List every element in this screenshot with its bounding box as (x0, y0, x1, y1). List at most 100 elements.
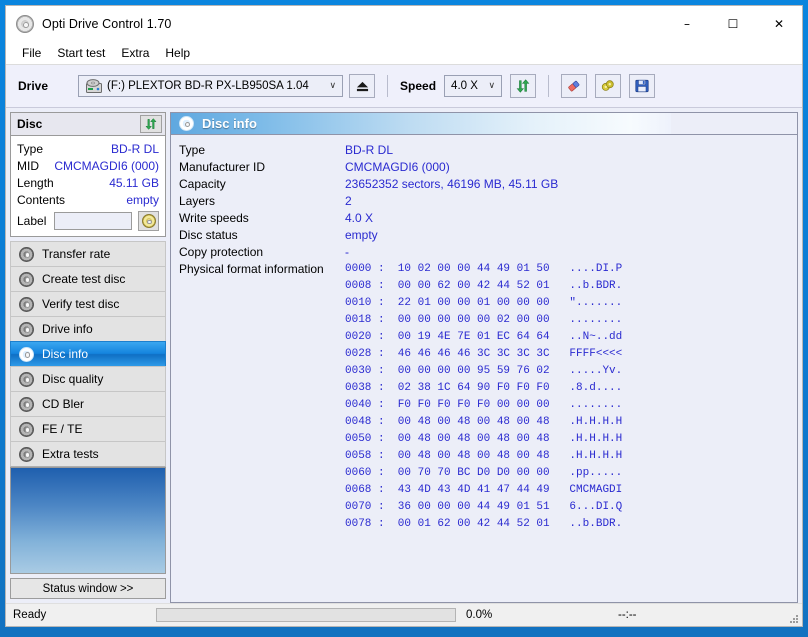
read-label-button[interactable] (138, 211, 159, 231)
disc-row-length: Length 45.11 GB (17, 174, 159, 191)
disc-panel-rows: Type BD-R DL MID CMCMAGDI6 (000) Length … (11, 136, 165, 236)
disc-icon (179, 116, 194, 131)
hex-dump: 0008 : 00 00 62 00 42 44 52 01 ..b.BDR. … (345, 278, 797, 533)
disc-row-type: Type BD-R DL (17, 140, 159, 157)
disc-info-header: Disc info (170, 112, 798, 134)
disc-info-body: Type BD-R DL Manufacturer ID CMCMAGDI6 (… (170, 134, 798, 603)
disc-icon (19, 446, 34, 462)
hex-line: 0078 : 00 01 62 00 42 44 52 01 ..b.BDR. (345, 518, 623, 530)
hex-line: 0070 : 36 00 00 00 44 49 01 51 6...DI.Q (345, 501, 623, 513)
settings-button[interactable] (595, 74, 622, 98)
maximize-button[interactable]: ☐ (710, 6, 756, 42)
info-row-key: Type (179, 143, 206, 157)
hex-line: 0030 : 00 00 00 00 95 59 76 02 .....Yv. (345, 365, 623, 377)
desktop-background: Opti Drive Control 1.70 – ☐ ✕ File Start… (0, 0, 808, 637)
chevron-down-icon: ∨ (329, 81, 337, 91)
speed-select[interactable]: 4.0 X ∨ (444, 75, 503, 97)
minimize-button[interactable]: – (664, 6, 710, 42)
drive-icon (86, 79, 103, 93)
disc-row-value: CMCMAGDI6 (000) (54, 158, 159, 173)
menu-bar: File Start test Extra Help (6, 42, 802, 65)
info-row-manufacturer-id: Manufacturer ID CMCMAGDI6 (000) (179, 159, 797, 176)
info-row-write-speeds: Write speeds 4.0 X (179, 210, 797, 227)
disc-icon (19, 296, 34, 312)
save-button[interactable] (629, 74, 656, 98)
disc-icon (19, 271, 34, 287)
sidebar-item-label: FE / TE (42, 422, 83, 436)
status-bar: Ready 0.0% --:-- (6, 603, 802, 626)
hex-line: 0038 : 02 38 1C 64 90 F0 F0 F0 .8.d.... (345, 382, 623, 394)
sidebar: Disc Type BD-R DL MID CMCMAGDI6 (000) Le… (10, 112, 166, 603)
disc-row-value: empty (126, 192, 159, 207)
drive-select[interactable]: (F:) PLEXTOR BD-R PX-LB950SA 1.04 ∨ (78, 75, 344, 97)
info-row-key: Write speeds (179, 211, 249, 225)
status-window-button[interactable]: Status window >> (10, 578, 166, 599)
sidebar-item-label: Transfer rate (42, 247, 111, 261)
eject-button[interactable] (349, 74, 376, 98)
refresh-button[interactable] (510, 74, 537, 98)
sidebar-item-verify-test-disc[interactable]: Verify test disc (10, 291, 166, 317)
disc-row-key: Length (17, 175, 54, 190)
disc-row-key: Type (17, 141, 44, 156)
app-icon (16, 15, 34, 33)
info-row-key: Capacity (179, 177, 226, 191)
disc-row-contents: Contents empty (17, 191, 159, 208)
info-row-type: Type BD-R DL (179, 142, 797, 159)
disc-label-row: Label (17, 211, 159, 231)
speed-select-value: 4.0 X (451, 80, 478, 92)
info-row-value: - (345, 245, 349, 259)
info-row-value: BD-R DL (345, 143, 394, 157)
info-row-key: Physical format information (179, 262, 324, 276)
sidebar-item-fe-te[interactable]: FE / TE (10, 416, 166, 442)
window-controls: – ☐ ✕ (664, 6, 802, 42)
sidebar-item-label: CD Bler (42, 397, 85, 411)
sidebar-item-drive-info[interactable]: Drive info (10, 316, 166, 342)
nav-list: Transfer rate Create test disc Verify te… (10, 241, 166, 467)
info-row-capacity: Capacity 23652352 sectors, 46196 MB, 45.… (179, 176, 797, 193)
sidebar-item-cd-bler[interactable]: CD Bler (10, 391, 166, 417)
sidebar-item-disc-info[interactable]: Disc info (10, 341, 166, 367)
sidebar-item-extra-tests[interactable]: Extra tests (10, 441, 166, 467)
sidebar-item-transfer-rate[interactable]: Transfer rate (10, 241, 166, 267)
info-row-value: 4.0 X (345, 211, 374, 225)
main-body: Disc Type BD-R DL MID CMCMAGDI6 (000) Le… (6, 108, 802, 603)
info-row-disc-status: Disc status empty (179, 227, 797, 244)
progress-percent: 0.0% (466, 609, 493, 621)
disc-row-mid: MID CMCMAGDI6 (000) (17, 157, 159, 174)
menu-file[interactable]: File (14, 43, 49, 63)
menu-start-test[interactable]: Start test (49, 43, 113, 63)
disc-label-key: Label (17, 214, 47, 228)
disc-panel-header: Disc (11, 113, 165, 136)
disc-icon (19, 246, 34, 262)
sidebar-item-label: Verify test disc (42, 297, 120, 311)
disc-label-input[interactable] (54, 212, 133, 230)
info-row-key: Copy protection (179, 245, 264, 259)
disc-icon (19, 396, 34, 412)
info-row-key: Disc status (179, 228, 238, 242)
info-row-value: empty (345, 228, 378, 242)
sidebar-item-label: Drive info (42, 322, 93, 336)
close-button[interactable]: ✕ (756, 6, 802, 42)
menu-extra[interactable]: Extra (113, 43, 157, 63)
resize-grip-icon[interactable] (787, 612, 799, 624)
disc-icon (19, 371, 34, 387)
menu-help[interactable]: Help (157, 43, 198, 63)
disc-icon (19, 321, 34, 337)
speed-label: Speed (400, 79, 437, 93)
hex-line: 0050 : 00 48 00 48 00 48 00 48 .H.H.H.H (345, 433, 623, 445)
title-bar: Opti Drive Control 1.70 – ☐ ✕ (6, 6, 802, 42)
application-window: Opti Drive Control 1.70 – ☐ ✕ File Start… (5, 5, 803, 627)
sidebar-item-create-test-disc[interactable]: Create test disc (10, 266, 166, 292)
disc-refresh-button[interactable] (140, 115, 162, 133)
graph-placeholder-panel (10, 467, 166, 574)
info-row-value: 2 (345, 194, 352, 208)
chevron-down-icon: ∨ (488, 81, 496, 91)
disc-row-key: MID (17, 158, 39, 173)
disc-panel: Disc Type BD-R DL MID CMCMAGDI6 (000) Le… (10, 112, 166, 237)
hex-line: 0040 : F0 F0 F0 F0 F0 00 00 00 ........ (345, 399, 623, 411)
erase-button[interactable] (561, 74, 588, 98)
disc-icon (19, 346, 34, 362)
info-row-value: CMCMAGDI6 (000) (345, 160, 450, 174)
sidebar-item-disc-quality[interactable]: Disc quality (10, 366, 166, 392)
info-row-layers: Layers 2 (179, 193, 797, 210)
